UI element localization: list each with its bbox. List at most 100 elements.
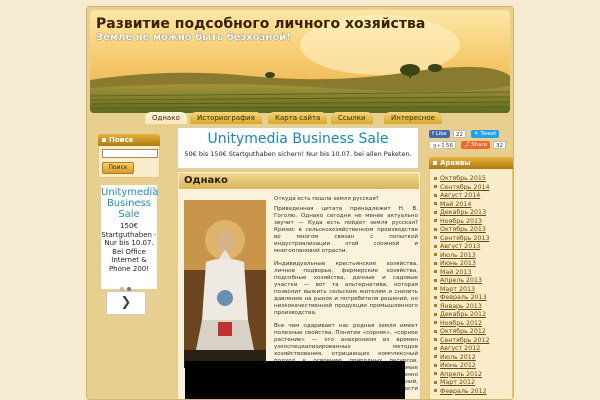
archive-link[interactable]: Декабрь 2012 [434, 311, 512, 320]
share-count: 32 [493, 141, 506, 149]
archive-link-label[interactable]: Февраль 2012 [440, 388, 487, 395]
search-button[interactable]: Поиск [102, 162, 134, 174]
archive-link[interactable]: Февраль 2013 [434, 294, 512, 303]
archive-link[interactable]: Октябрь 2015 [434, 175, 512, 184]
video-player[interactable] [185, 361, 405, 399]
search-input[interactable] [102, 149, 158, 158]
post-paragraph-2: Индивидуальные крестьянские хозяйства, л… [274, 261, 418, 316]
gplus-count: 56 [443, 141, 456, 149]
archive-link-label[interactable]: Октябрь 2015 [440, 175, 486, 182]
archive-link-label[interactable]: Сентябрь 2012 [440, 337, 489, 344]
page-wrapper: Развитие подсобного личного хозяйства Зе… [86, 6, 514, 400]
ad-top-subtitle[interactable]: 50€ bis 150€ Startguthaben sichern! Nur … [178, 150, 418, 158]
facebook-like-button[interactable]: f Like [429, 130, 450, 138]
right-sidebar: f Like 22 ✦ Tweet g+1 56 ⤴ Share 32 Архи… [429, 127, 513, 399]
nav-item-historiography[interactable]: Историография [190, 112, 262, 124]
archive-link[interactable]: Август 2012 [434, 345, 512, 354]
ad-left-body[interactable]: 150€ Startguthaben - Nur bis 10.07. Bei … [101, 222, 157, 273]
bullet-icon [434, 321, 437, 324]
archive-link[interactable]: Август 2013 [434, 243, 512, 252]
archive-link-label[interactable]: Август 2013 [440, 243, 480, 250]
bullet-icon [434, 176, 437, 180]
nav-item-interesting[interactable]: Интересное [384, 112, 442, 124]
archive-link-label[interactable]: Сентябрь 2013 [440, 235, 489, 242]
archive-link-label[interactable]: Февраль 2013 [440, 294, 487, 301]
archive-link-label[interactable]: Апрель 2013 [440, 277, 482, 284]
archive-link[interactable]: Май 2014 [434, 201, 512, 210]
archive-link[interactable]: Май 2013 [434, 269, 512, 278]
archive-link[interactable]: Июль 2012 [434, 354, 512, 363]
search-widget-heading: Поиск [98, 134, 160, 146]
archive-link[interactable]: Ноябрь 2013 [434, 218, 512, 227]
archive-link[interactable]: Июнь 2013 [434, 260, 512, 269]
archive-link[interactable]: Март 2012 [434, 379, 512, 388]
bullet-icon [434, 287, 437, 290]
nav-item-odnako[interactable]: Однако [145, 112, 187, 124]
bullet-icon [434, 338, 437, 341]
archive-link-label[interactable]: Март 2013 [440, 286, 475, 293]
archive-link-label[interactable]: Декабрь 2013 [440, 209, 486, 216]
archive-link[interactable]: Июнь 2012 [434, 362, 512, 371]
archive-link-label[interactable]: Сентябрь 2014 [440, 184, 489, 191]
bullet-icon [434, 304, 437, 307]
tweet-button[interactable]: ✦ Tweet [471, 130, 500, 138]
archive-link[interactable]: Октябрь 2013 [434, 226, 512, 235]
archive-link-label[interactable]: Октябрь 2012 [440, 328, 486, 335]
archive-heading-label: Архивы [440, 159, 471, 167]
nav-item-sitemap[interactable]: Карта сайта [268, 112, 328, 124]
archive-link-label[interactable]: Май 2014 [440, 201, 471, 208]
bullet-icon [102, 138, 106, 142]
archive-link[interactable]: Июль 2013 [434, 252, 512, 261]
nav-item-links[interactable]: Ссылки [331, 112, 373, 124]
post-title[interactable]: Однако [179, 173, 419, 189]
archive-link-label[interactable]: Май 2013 [440, 269, 471, 276]
archive-link-label[interactable]: Апрель 2012 [440, 371, 482, 378]
archive-link-label[interactable]: Ноябрь 2012 [440, 320, 482, 327]
archive-link[interactable]: Август 2014 [434, 192, 512, 201]
archive-link-label[interactable]: Июль 2013 [440, 252, 476, 259]
bullet-icon [434, 261, 437, 265]
bullet-icon [434, 202, 437, 205]
archive-link-label[interactable]: Август 2012 [440, 345, 480, 352]
archive-link-label[interactable]: Март 2012 [440, 379, 475, 386]
bullet-icon [434, 312, 437, 316]
archive-link[interactable]: Январь 2013 [434, 303, 512, 312]
site-title[interactable]: Развитие подсобного личного хозяйства [96, 16, 425, 32]
bullet-icon [434, 278, 437, 282]
archive-link[interactable]: Октябрь 2012 [434, 328, 512, 337]
archive-link-label[interactable]: Июль 2012 [440, 354, 476, 361]
bullet-icon [434, 219, 437, 222]
bullet-icon [434, 193, 437, 197]
archive-link[interactable]: Февраль 2012 [434, 388, 512, 397]
archive-link[interactable]: Апрель 2012 [434, 371, 512, 380]
bullet-icon [434, 244, 437, 248]
post-intro: Откуда есть пошла земля русская? [274, 196, 379, 202]
ad-top-title[interactable]: Unitymedia Business Sale [178, 131, 418, 147]
archive-link-label[interactable]: Октябрь 2013 [440, 226, 486, 233]
archive-link[interactable]: Март 2013 [434, 286, 512, 295]
archive-link[interactable]: Сентябрь 2013 [434, 235, 512, 244]
adchoices-icon[interactable]: ▷× [148, 186, 156, 192]
archive-link[interactable]: Декабрь 2013 [434, 209, 512, 218]
archive-link-label[interactable]: Январь 2013 [440, 303, 482, 310]
archive-link-label[interactable]: Декабрь 2012 [440, 311, 486, 318]
bullet-icon [434, 380, 437, 384]
ad-top-banner[interactable]: Unitymedia Business Sale 50€ bis 150€ St… [177, 127, 419, 177]
ad-next-button[interactable]: ❯ [106, 291, 146, 315]
site-header: Развитие подсобного личного хозяйства Зе… [90, 10, 510, 113]
bullet-icon [434, 389, 437, 392]
archive-link-label[interactable]: Ноябрь 2013 [440, 218, 482, 225]
archive-link[interactable]: Сентябрь 2014 [434, 184, 512, 193]
archive-link[interactable]: Сентябрь 2012 [434, 337, 512, 346]
search-widget: Поиск [98, 146, 160, 178]
archive-link-label[interactable]: Июнь 2013 [440, 260, 476, 267]
archive-link[interactable]: Апрель 2013 [434, 277, 512, 286]
ad-left-banner[interactable]: ▷× Unitymedia Business Sale 150€ Startgu… [101, 185, 158, 291]
share-button[interactable]: ⤴ Share [461, 141, 491, 149]
archive-link[interactable]: Ноябрь 2012 [434, 320, 512, 329]
archive-link-label[interactable]: Июнь 2012 [440, 362, 476, 369]
bullet-icon [434, 236, 437, 239]
archive-link-label[interactable]: Август 2014 [440, 192, 480, 199]
archive-list: Октябрь 2015 Сентябрь 2014 Август 2014 Май … [429, 169, 513, 399]
bullet-icon [434, 270, 437, 273]
